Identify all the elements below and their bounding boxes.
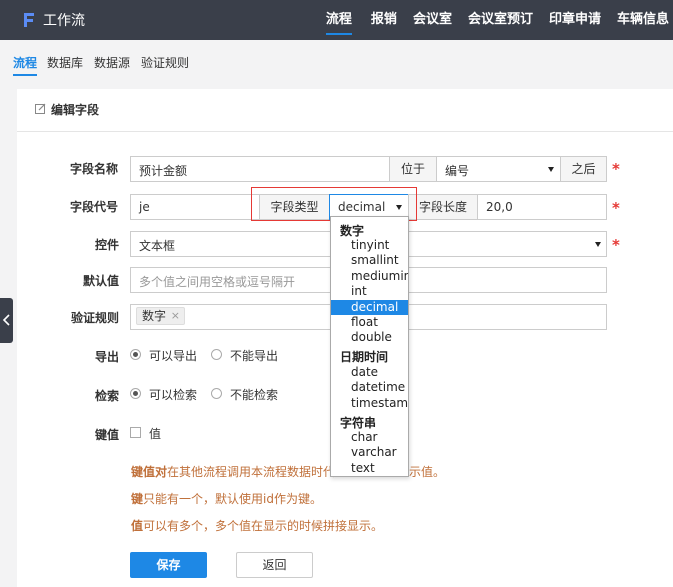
field-name-label: 字段名称 [70,162,119,176]
panel-title: 编辑字段 [51,103,100,117]
app-logo-icon [22,12,36,28]
note-line-1: 键值对在其他流程调用本流程数据时代 示值。 [131,465,446,479]
value-checkbox-label: 值 [149,427,162,441]
top-bar: 工作流 流程 报销 会议室 会议室预订 印章申请 车辆信息 [0,0,673,40]
value-checkbox[interactable] [130,427,141,438]
app-title: 工作流 [43,13,85,29]
keyvalue-label: 键值 [95,428,120,442]
caret-down-icon [548,167,554,172]
topnav-item-flow[interactable]: 流程 [318,0,360,40]
note-line-3: 值可以有多个，多个值在显示的时候拼接显示。 [131,519,384,533]
search-no-label: 不能检索 [230,388,279,402]
brand[interactable]: 工作流 [22,0,85,40]
dropdown-option[interactable]: date [331,365,408,380]
panel-header: 编辑字段 [17,89,673,132]
dropdown-option[interactable]: varchar [331,445,408,460]
topnav-item-meeting-booking[interactable]: 会议室预订 [460,0,541,40]
field-code-label: 字段代号 [70,200,119,214]
required-mark: * [612,160,620,178]
subtab-validation-rules[interactable]: 验证规则 [141,54,189,71]
subtab-datasource[interactable]: 数据源 [94,54,130,71]
back-button[interactable]: 返回 [236,552,313,578]
dropdown-option[interactable]: double [331,330,408,345]
field-type-dropdown: 数字 tinyint smallint mediumint int decima… [330,216,409,477]
dropdown-group-datetime: 日期时间 [340,350,389,364]
sidebar-toggle-handle[interactable] [0,298,13,343]
subtab-flow[interactable]: 流程 [13,54,38,76]
topnav-item-meeting-room[interactable]: 会议室 [405,0,460,40]
search-yes-radio[interactable] [130,388,141,399]
caret-down-icon [595,242,601,247]
dropdown-group-string: 字符串 [340,416,377,430]
export-label: 导出 [95,350,120,364]
validation-label: 验证规则 [71,311,120,325]
field-name-input[interactable]: 预计金额 [130,156,390,182]
field-length-input[interactable]: 20,0 [477,194,607,220]
top-nav: 流程 报销 会议室 会议室预订 印章申请 车辆信息 [318,0,673,40]
field-code-input[interactable]: je [130,194,260,220]
topnav-item-seal[interactable]: 印章申请 [541,0,609,40]
save-button[interactable]: 保存 [130,552,207,578]
required-mark: * [612,236,620,254]
export-no-label: 不能导出 [230,349,279,363]
dropdown-option[interactable]: text [331,461,408,476]
control-label: 控件 [95,238,120,252]
dropdown-option[interactable]: mediumint [331,269,408,284]
dropdown-option[interactable]: tinyint [331,238,408,253]
validation-tag[interactable]: 数字 × [136,307,186,325]
default-value-label: 默认值 [83,274,120,288]
search-yes-label: 可以检索 [149,388,198,402]
dropdown-option[interactable]: smallint [331,253,408,268]
subtab-database[interactable]: 数据库 [47,54,83,71]
close-icon[interactable]: × [171,308,180,324]
dropdown-option[interactable]: int [331,284,408,299]
after-addon: 之后 [560,156,607,182]
dropdown-option[interactable]: char [331,430,408,445]
topnav-item-reimburse[interactable]: 报销 [363,0,405,40]
dropdown-group-number: 数字 [340,224,365,238]
topnav-item-vehicle[interactable]: 车辆信息 [609,0,673,40]
position-select[interactable]: 编号 [436,156,561,182]
dropdown-option-selected[interactable]: decimal [331,300,408,315]
position-addon: 位于 [389,156,437,182]
dropdown-option[interactable]: datetime [331,380,408,395]
search-label: 检索 [95,389,120,403]
search-no-radio[interactable] [211,388,222,399]
note-line-2: 键只能有一个，默认使用id作为键。 [131,492,322,506]
edit-icon [35,103,46,114]
dropdown-option[interactable]: float [331,315,408,330]
field-length-addon: 字段长度 [408,194,478,220]
export-yes-label: 可以导出 [149,349,198,363]
dropdown-option[interactable]: timestamp [331,396,408,411]
required-mark: * [612,199,620,217]
sub-tabs: 流程 数据库 数据源 验证规则 [0,40,673,82]
export-no-radio[interactable] [211,349,222,360]
export-yes-radio[interactable] [130,349,141,360]
chevron-left-icon [2,314,10,326]
